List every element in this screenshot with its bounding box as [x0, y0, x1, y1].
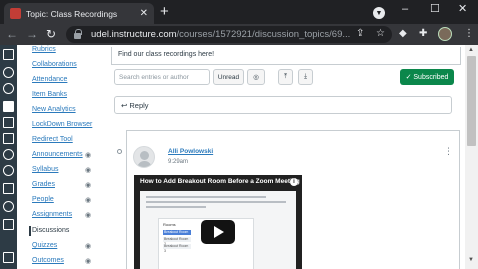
- room-row: Breakout Room 2: [163, 237, 191, 246]
- discussion-entry: Alli Powlowski 9:29am ⋮ How to Add Break…: [126, 130, 460, 269]
- reload-icon[interactable]: ↻: [46, 27, 56, 41]
- scroll-up-icon[interactable]: ▲: [468, 47, 474, 53]
- active-indicator: [29, 226, 31, 236]
- hidden-eye-icon: ◉: [85, 243, 92, 250]
- hidden-eye-icon: ◉: [85, 182, 92, 189]
- rooms-heading: Rooms: [163, 222, 176, 227]
- entry-options-icon[interactable]: ⋮: [444, 147, 453, 156]
- global-nav: [0, 45, 17, 269]
- menu-icon[interactable]: ⋮: [464, 28, 474, 40]
- nav-assignments[interactable]: Assignments: [32, 211, 72, 218]
- share-icon[interactable]: ⇪: [356, 28, 364, 40]
- tab-search-icon[interactable]: ▼: [373, 7, 385, 19]
- author-avatar[interactable]: [133, 146, 155, 168]
- scroll-down-icon[interactable]: ▼: [468, 257, 474, 263]
- discussion-content: Find our class recordings here! Search e…: [105, 45, 465, 269]
- nav-quizzes[interactable]: Quizzes: [32, 242, 57, 249]
- profile-avatar[interactable]: [438, 27, 452, 41]
- nav-item-banks[interactable]: Item Banks: [32, 91, 67, 98]
- hidden-eye-icon: ◉: [85, 258, 92, 265]
- inbox-icon[interactable]: [3, 133, 14, 144]
- close-window-button[interactable]: ✕: [458, 2, 467, 16]
- room-row: Breakout Room 1: [163, 230, 191, 239]
- lock-icon: [74, 28, 82, 39]
- collapse-icon[interactable]: ⤓: [298, 69, 313, 85]
- search-input[interactable]: Search entries or author: [114, 69, 210, 85]
- subscribed-button[interactable]: ✓ Subscribed: [400, 69, 454, 85]
- address-bar[interactable]: udel.instructure.com/courses/1572921/dis…: [66, 26, 392, 43]
- nav-lockdown-browser[interactable]: LockDown Browser: [32, 121, 92, 128]
- entry-time: 9:29am: [168, 159, 189, 165]
- history-icon[interactable]: [3, 149, 14, 160]
- browser-tab[interactable]: Topic: Class Recordings ✕: [4, 3, 154, 24]
- nav-discussions[interactable]: Discussions: [32, 227, 69, 234]
- courses-book-icon[interactable]: [3, 101, 14, 112]
- hidden-eye-icon: ◉: [85, 197, 92, 204]
- room-row: Breakout Room 3: [163, 244, 191, 253]
- hidden-eye-icon: ◉: [85, 152, 92, 159]
- browser-toolbar: ← → ↻ udel.instructure.com/courses/15729…: [0, 24, 478, 45]
- nav-outcomes[interactable]: Outcomes: [32, 257, 64, 264]
- dashboard-icon[interactable]: [3, 67, 14, 78]
- calendar-icon[interactable]: [3, 117, 14, 128]
- forward-arrow-icon[interactable]: →: [26, 27, 38, 41]
- video-info-icon[interactable]: i: [290, 178, 298, 186]
- expand-icon[interactable]: ⤒: [278, 69, 293, 85]
- unread-filter-button[interactable]: Unread: [213, 69, 244, 85]
- url-text: udel.instructure.com/courses/1572921/dis…: [91, 29, 351, 40]
- embedded-video[interactable]: How to Add Breakout Room Before a Zoom M…: [134, 175, 302, 269]
- course-nav: Rubrics Collaborations Attendance Item B…: [17, 45, 105, 269]
- commons-icon[interactable]: [3, 165, 14, 176]
- nav-attendance[interactable]: Attendance: [32, 76, 67, 83]
- play-button[interactable]: [201, 220, 235, 244]
- collapse-nav-icon[interactable]: [3, 252, 14, 263]
- entry-author[interactable]: Alli Powlowski: [168, 148, 213, 155]
- page-scrollbar[interactable]: ▲ ▼: [465, 45, 478, 269]
- star-icon[interactable]: ☆: [376, 28, 385, 40]
- video-title[interactable]: How to Add Breakout Room Before a Zoom M…: [140, 178, 300, 185]
- back-arrow-icon[interactable]: ←: [6, 27, 18, 41]
- tab-title: Topic: Class Recordings: [26, 8, 118, 19]
- nav-rubrics[interactable]: Rubrics: [32, 46, 56, 53]
- puzzle-icon[interactable]: ✚: [419, 28, 427, 40]
- help-icon[interactable]: [3, 201, 14, 212]
- studio-icon[interactable]: [3, 219, 14, 230]
- nav-redirect-tool[interactable]: Redirect Tool: [32, 136, 73, 143]
- minimize-button[interactable]: –: [402, 2, 408, 16]
- logout-icon[interactable]: [3, 183, 14, 194]
- nav-people[interactable]: People: [32, 196, 54, 203]
- unread-indicator-icon[interactable]: [117, 149, 122, 154]
- hidden-eye-icon: ◉: [85, 212, 92, 219]
- topic-message: Find our class recordings here!: [111, 47, 461, 65]
- play-icon: [214, 226, 224, 238]
- reply-label: Reply: [129, 101, 149, 110]
- collapse-replies-button[interactable]: ◎: [247, 69, 265, 85]
- tab-close-icon[interactable]: ✕: [140, 8, 148, 19]
- scroll-thumb[interactable]: [467, 56, 476, 146]
- nav-collaborations[interactable]: Collaborations: [32, 61, 77, 68]
- nav-new-analytics[interactable]: New Analytics: [32, 106, 76, 113]
- reply-button[interactable]: ↩ Reply: [114, 96, 452, 114]
- canvas-favicon-icon: [10, 8, 21, 19]
- browser-tab-strip: Topic: Class Recordings ✕ + ▼ – ☐ ✕: [0, 0, 478, 24]
- extensions-icon[interactable]: ◆: [399, 28, 407, 40]
- nav-syllabus[interactable]: Syllabus: [32, 166, 58, 173]
- maximize-button[interactable]: ☐: [430, 2, 440, 16]
- courses-icon[interactable]: [3, 49, 14, 60]
- nav-grades[interactable]: Grades: [32, 181, 55, 188]
- account-icon[interactable]: [3, 83, 14, 94]
- new-tab-button[interactable]: +: [160, 4, 169, 19]
- hidden-eye-icon: ◉: [85, 167, 92, 174]
- nav-announcements[interactable]: Announcements: [32, 151, 83, 158]
